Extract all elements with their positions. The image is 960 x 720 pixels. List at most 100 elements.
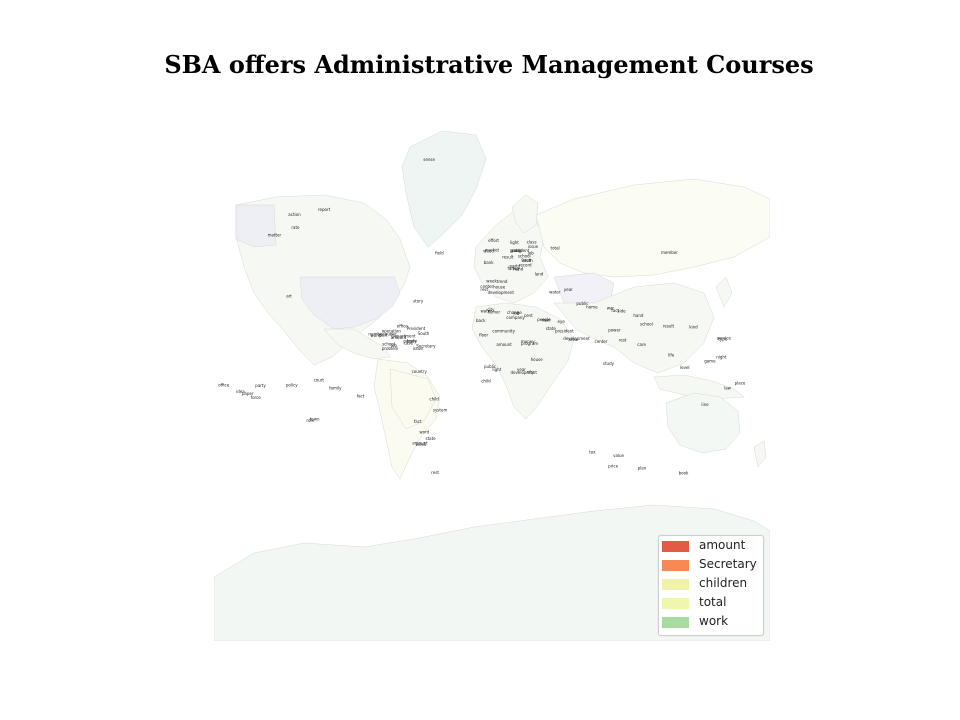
legend-label: children	[699, 576, 748, 590]
land-new-zealand	[753, 440, 767, 468]
map-word-label: child	[481, 378, 491, 383]
map-word-label: house	[493, 285, 506, 290]
map-word-label: rest	[619, 337, 627, 342]
map-word-label: back	[476, 318, 486, 323]
legend-item-secretary: Secretary	[662, 557, 762, 574]
map-word-label: president	[555, 328, 574, 333]
map-word-label: rest	[480, 287, 488, 292]
map-word-label: field	[435, 251, 444, 256]
map-word-label: kind	[689, 325, 698, 330]
legend-label: work	[699, 614, 729, 628]
map-word-label: public	[576, 301, 588, 306]
map-word-label: result	[502, 255, 514, 260]
land-alaska	[235, 204, 277, 248]
map-word-label: rate	[291, 225, 300, 230]
map-word-label: city	[487, 307, 495, 312]
map-word-label: action	[288, 212, 301, 217]
map-word-label: report	[318, 207, 331, 212]
map-word-label: development	[488, 290, 515, 295]
map-word-label: system	[433, 407, 448, 412]
map-word-label: place	[735, 381, 746, 386]
map-word-label: type	[718, 337, 727, 342]
map-word-label: bank	[484, 260, 495, 265]
map-word-label: side	[617, 308, 626, 313]
map-word-label: story	[413, 299, 424, 304]
map-word-label: week	[486, 278, 497, 283]
legend-swatch	[662, 579, 689, 590]
map-word-label: South	[418, 331, 430, 336]
map-word-label: power	[608, 327, 621, 332]
map-word-label: water	[549, 289, 561, 294]
map-word-label: game	[704, 359, 716, 364]
map-word-label: family	[329, 385, 342, 390]
map-word-label: town	[310, 417, 320, 422]
map-word-label: record	[519, 262, 532, 267]
map-word-label: city	[527, 370, 535, 375]
legend-label: total	[699, 595, 727, 609]
land-russia	[535, 178, 770, 278]
legend-item-total: total	[662, 595, 762, 612]
legend-label: Secretary	[699, 557, 757, 571]
map-word-label: light	[492, 367, 501, 372]
legend-item-children: children	[662, 576, 762, 593]
map-word-label: company	[506, 315, 525, 320]
map-word-label: case	[404, 341, 414, 346]
map-word-label: life	[668, 353, 675, 358]
map-word-label: art	[286, 294, 292, 299]
map-word-label: trend	[497, 279, 508, 284]
map-word-label: law	[724, 386, 732, 391]
map-word-label: price	[608, 463, 618, 468]
map-word-label: office	[218, 382, 230, 387]
map-word-label: people	[537, 317, 551, 322]
legend-swatch	[662, 617, 689, 628]
map-word-label: issue	[528, 244, 539, 249]
map-word-label: family	[508, 266, 521, 271]
map-word-label: change	[507, 310, 522, 315]
map-word-label: fact	[414, 419, 422, 424]
legend-swatch	[662, 560, 689, 571]
map-word-label: number	[368, 332, 384, 337]
map-word-label: President	[407, 326, 426, 331]
map-word-label: area	[568, 337, 577, 342]
map-word-label: area	[522, 258, 531, 263]
map-word-label: result	[663, 324, 675, 329]
map-word-label: word	[419, 429, 429, 434]
map-word-label: line	[701, 402, 709, 407]
map-word-label: value	[613, 453, 624, 458]
map-word-label: total	[551, 246, 560, 251]
map-word-label: amount	[496, 342, 512, 347]
map-word-label: Secretary	[416, 344, 436, 349]
map-word-label: problem	[382, 346, 399, 351]
map-word-label: sense	[423, 157, 435, 162]
map-word-label: school	[640, 321, 653, 326]
map-word-label: eye	[558, 319, 566, 324]
legend-swatch	[662, 598, 689, 609]
map-word-label: study	[603, 361, 615, 366]
legend-item-amount: amount	[662, 538, 762, 555]
land-greenland	[401, 130, 487, 248]
map-word-label: program	[521, 341, 538, 346]
map-word-label: center	[595, 339, 608, 344]
map-word-label: community	[492, 328, 515, 333]
map-word-label: matter	[268, 233, 282, 238]
map-word-label: hand	[633, 313, 644, 318]
map-word-label: fact	[357, 394, 365, 399]
chart-title: SBA offers Administrative Management Cou…	[164, 50, 814, 79]
map-word-label: party	[255, 383, 266, 388]
map-word-label: level	[680, 365, 690, 370]
map-word-label: year	[517, 367, 526, 372]
map-word-label: market	[485, 248, 500, 253]
legend: amount Secretary children total work	[658, 535, 764, 636]
land-japan	[715, 276, 733, 308]
map-word-label: member	[661, 250, 678, 255]
map-word-label: force	[251, 395, 262, 400]
map-word-label: effort	[488, 238, 499, 243]
map-word-label: cent	[524, 313, 533, 318]
map-word-label: rest	[431, 470, 439, 475]
map-word-label: book	[679, 471, 689, 476]
map-word-label: country	[412, 369, 428, 374]
map-word-label: night	[716, 354, 727, 359]
map-word-label: care	[637, 342, 646, 347]
legend-item-work: work	[662, 614, 762, 631]
map-word-label: year	[564, 287, 573, 292]
